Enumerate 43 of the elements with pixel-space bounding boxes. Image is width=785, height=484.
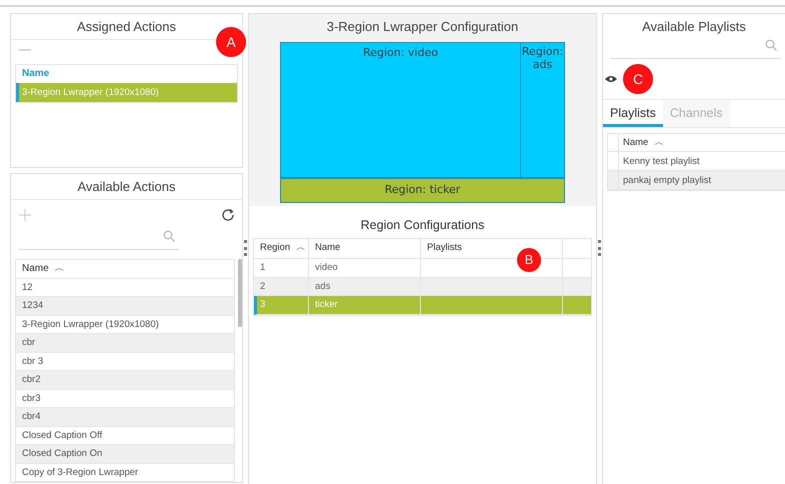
search-icon[interactable] (765, 39, 777, 51)
column-header[interactable]: Playlists (427, 241, 462, 256)
table-cell-text: pankaj empty playlist (622, 174, 712, 188)
search-field[interactable] (610, 39, 781, 59)
column-header[interactable]: Region (260, 241, 290, 256)
list-row[interactable]: cbr2 (16, 370, 234, 388)
list-row[interactable]: cbr (16, 333, 234, 352)
eye-icon[interactable] (605, 75, 617, 83)
table-cell: 3 (257, 296, 309, 314)
callout-badge: C (623, 64, 653, 94)
sort-icon[interactable]: ︿ (296, 241, 306, 256)
table-cell: 2 (254, 278, 309, 295)
column-header[interactable]: Name (22, 260, 49, 278)
panel-title: Available Actions (11, 174, 242, 200)
section-title: Region Configurations (360, 217, 486, 234)
search-icon[interactable] (163, 230, 175, 242)
panel-title: 3-Region Lwrapper Configuration (326, 18, 518, 36)
table-cell: ads (309, 278, 421, 295)
ticker-region[interactable]: Region: ticker (280, 178, 565, 203)
resize-handle[interactable] (598, 240, 601, 256)
search-field[interactable] (19, 230, 179, 250)
add-icon[interactable] (19, 208, 31, 220)
ads-region[interactable]: Region: ads (521, 42, 565, 178)
video-region[interactable]: Region: video (280, 42, 521, 178)
list-row[interactable]: 1234 (16, 296, 234, 314)
list-row[interactable]: Kenny test playlist (608, 152, 785, 171)
refresh-icon[interactable] (222, 208, 234, 220)
table-row[interactable]: 2 ads (254, 278, 591, 296)
column-header[interactable]: Name (315, 241, 340, 256)
table-cell: ticker (309, 296, 421, 314)
resize-handle[interactable] (244, 240, 247, 256)
sort-icon[interactable]: ︿ (654, 134, 664, 151)
list-row[interactable]: cbr4 (16, 407, 234, 426)
list-row[interactable]: pankaj empty playlist (608, 171, 785, 190)
list-row[interactable]: Closed Caption On (16, 444, 234, 462)
sort-icon[interactable]: ︿ (54, 260, 65, 278)
table-cell: video (309, 259, 421, 276)
table-cell-text: Kenny test playlist (622, 155, 700, 169)
column-header[interactable]: Name (623, 134, 648, 151)
panel-title: Available Playlists (641, 18, 747, 36)
table-cell: 1 (254, 259, 309, 276)
scrollbar-thumb[interactable] (238, 258, 242, 326)
callout-badge: B (517, 248, 541, 272)
